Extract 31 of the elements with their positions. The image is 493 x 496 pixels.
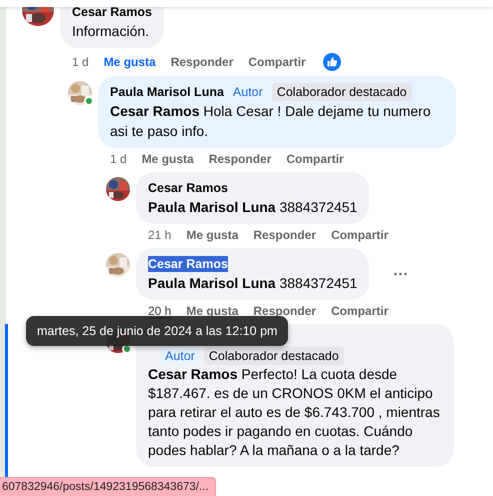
reply-link[interactable]: Responder <box>253 227 316 243</box>
like-link[interactable]: Me gusta <box>186 227 238 243</box>
author-link[interactable]: Cesar Ramos <box>148 180 228 196</box>
share-link[interactable]: Compartir <box>331 227 388 243</box>
like-link[interactable]: Me gusta <box>186 303 238 319</box>
share-link[interactable]: Compartir <box>331 303 388 319</box>
author-link[interactable]: Paula Marisol Luna <box>110 84 224 100</box>
reply-link[interactable]: Responder <box>170 54 234 70</box>
share-link[interactable]: Compartir <box>248 54 306 70</box>
timestamp-link[interactable]: 21 h <box>148 227 172 243</box>
author-link[interactable]: Cesar Ramos <box>148 256 228 272</box>
featured-badge: Colaborador destacado <box>272 83 412 101</box>
comment-text: Información. <box>72 22 150 41</box>
featured-badge: Colaborador destacado <box>204 347 344 365</box>
comment-text: Paula Marisol Luna 3884372451 <box>148 274 358 293</box>
timestamp-tooltip: martes, 25 de junio de 2024 a las 12:10 pm <box>26 316 288 346</box>
comment-text: Cesar Ramos Hola Cesar ! Dale dejame tu numero asi te paso info. <box>110 102 432 141</box>
share-link[interactable]: Compartir <box>286 151 344 167</box>
comment-text: Cesar Ramos Perfecto! La cuota desde $187.467. es de un CRONOS 0KM el anticipo para retirar el auto es de $6.743.700 , mientras tanto podes ir pagando en cuotas. Cuándo podes hablar? A la mañana o a la tarde? <box>148 365 441 460</box>
timestamp-link[interactable]: 20 h <box>148 303 172 319</box>
author-badge: Autor <box>160 347 200 365</box>
reply-link[interactable]: Responder <box>253 303 316 319</box>
more-options-button[interactable]: ··· <box>393 266 408 282</box>
comment-text: Paula Marisol Luna 3884372451 <box>148 198 358 217</box>
timestamp-link[interactable]: 1 d <box>110 151 127 167</box>
author-link[interactable]: Cesar Ramos <box>72 4 152 20</box>
like-link[interactable]: Me gusta <box>104 54 156 70</box>
reply-link[interactable]: Responder <box>208 151 272 167</box>
like-link[interactable]: Me gusta <box>142 151 194 167</box>
timestamp-link[interactable]: 1 d <box>72 54 89 70</box>
status-bar-url: 607832946/posts/1492319568343673/... <box>0 477 216 496</box>
